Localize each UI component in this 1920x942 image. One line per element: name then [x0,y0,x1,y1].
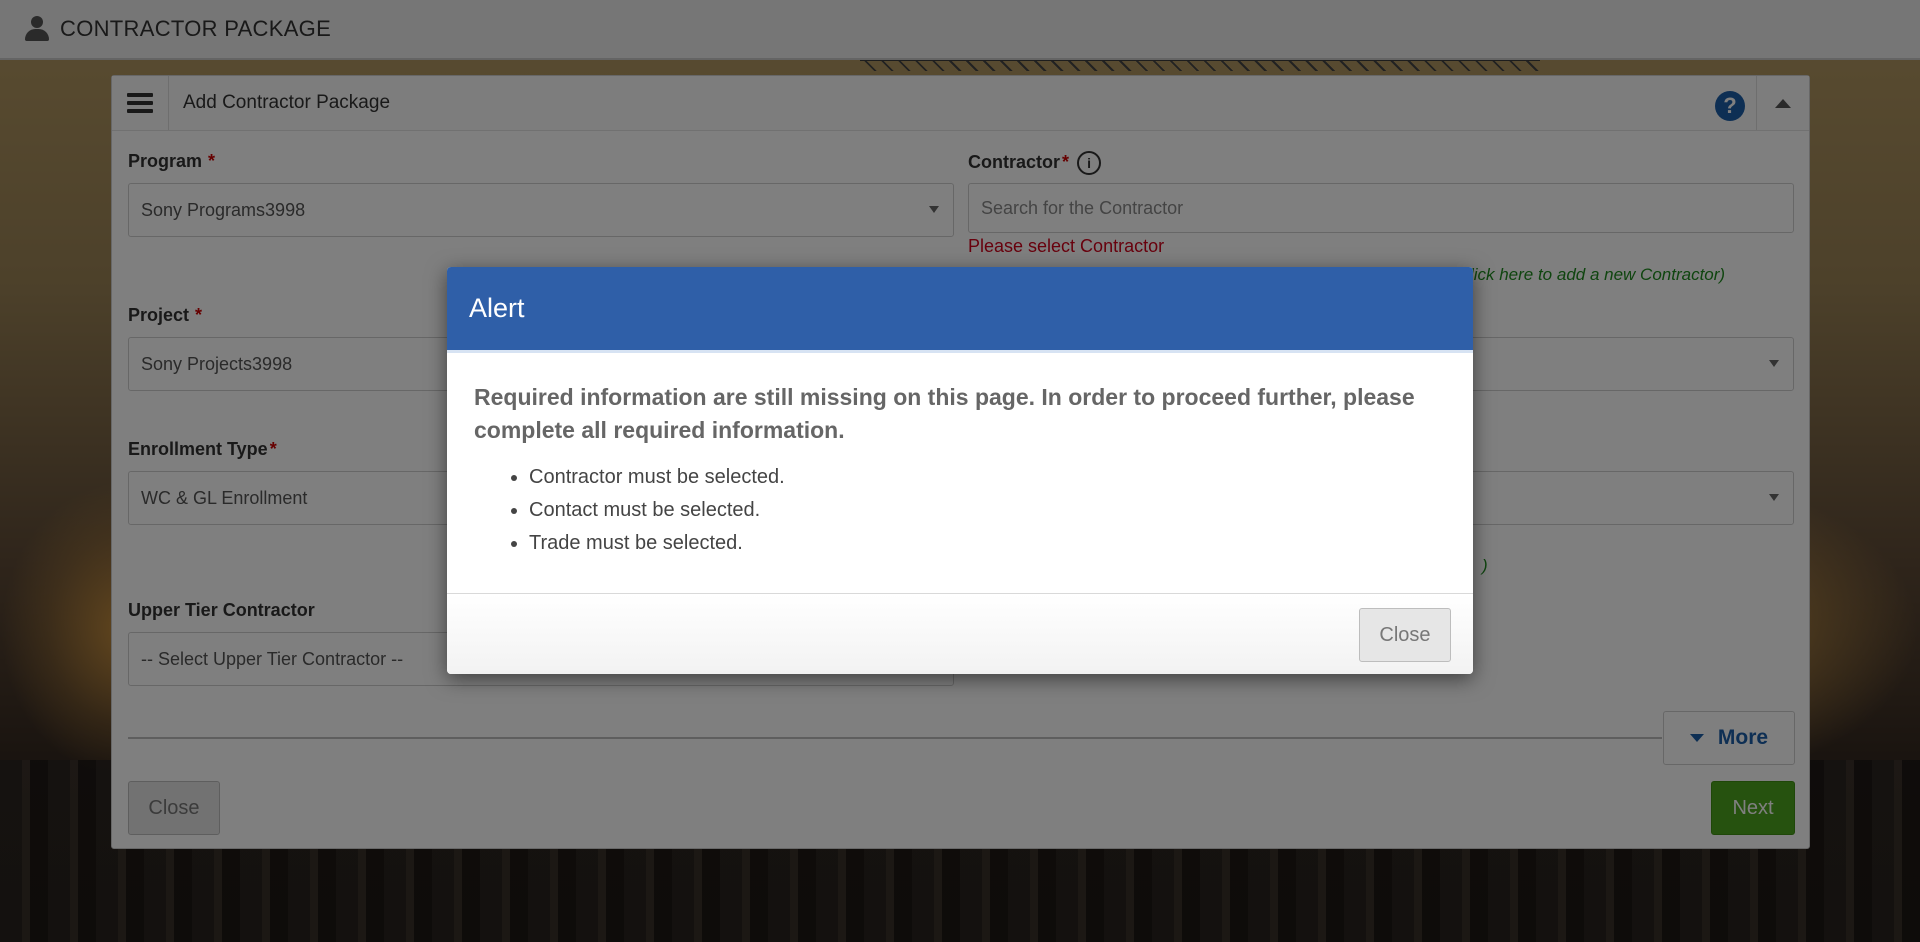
alert-footer: Close [447,593,1473,674]
alert-body: Required information are still missing o… [447,353,1473,560]
alert-close-button[interactable]: Close [1359,608,1451,662]
alert-list: Contractor must be selected. Contact mus… [474,461,1445,560]
list-item: Contractor must be selected. [529,461,1445,494]
alert-dialog: Alert Required information are still mis… [447,267,1473,674]
list-item: Trade must be selected. [529,527,1445,560]
alert-header: Alert [447,267,1473,353]
list-item: Contact must be selected. [529,494,1445,527]
alert-title: Alert [469,293,525,323]
alert-message: Required information are still missing o… [474,384,1415,443]
